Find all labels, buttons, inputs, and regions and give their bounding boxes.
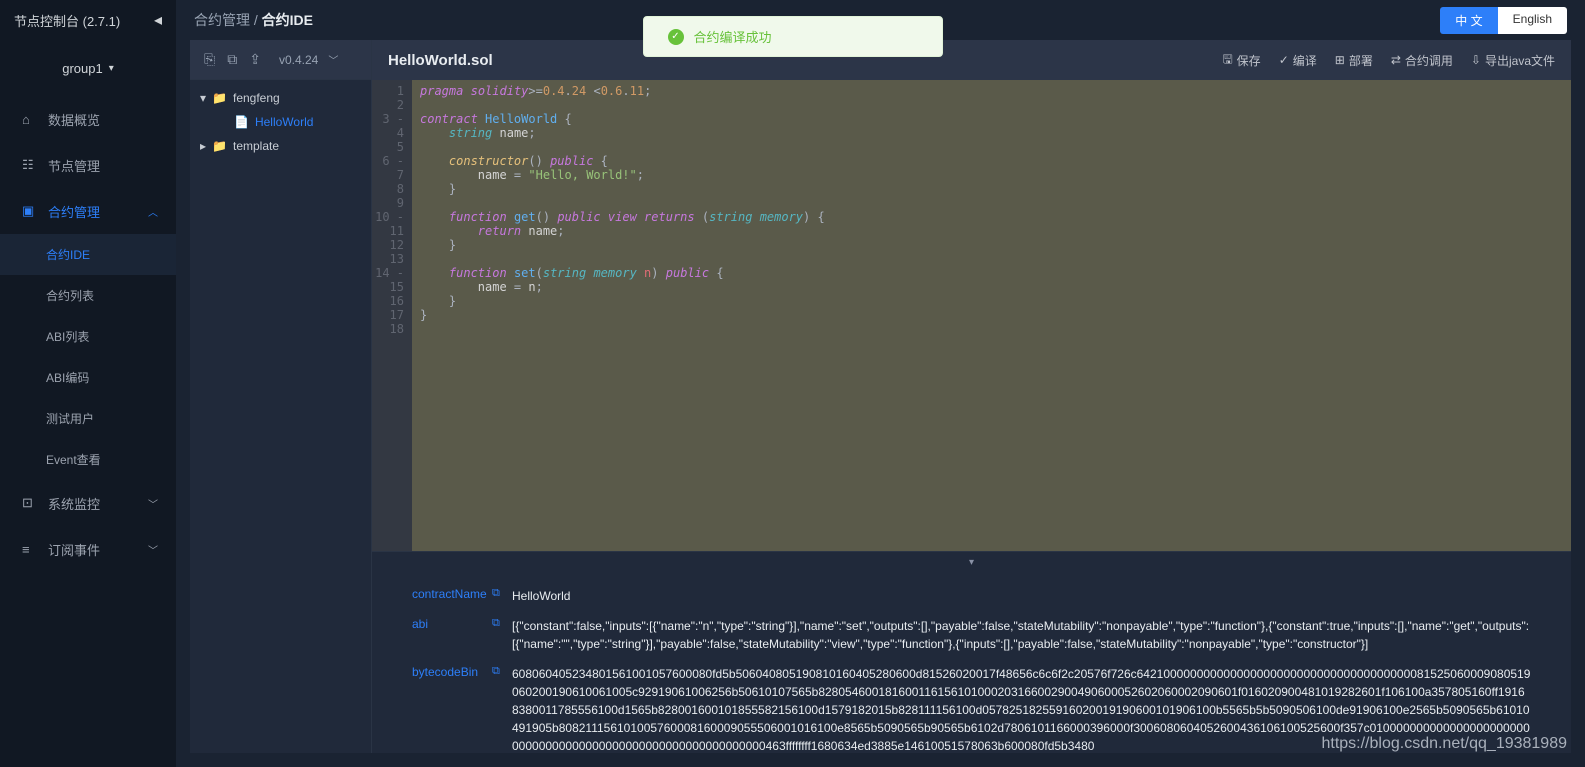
sidebar-item-contract[interactable]: ▣ 合约管理 ︿ (0, 188, 176, 234)
sidebar-item-subscribe[interactable]: ≡ 订阅事件 ﹀ (0, 526, 176, 572)
lang-en-button[interactable]: English (1498, 7, 1567, 34)
sidebar-sub-testuser[interactable]: 测试用户 (0, 398, 176, 439)
watermark: https://blog.csdn.net/qq_19381989 (1321, 735, 1567, 753)
info-row-abi: abi ⧉ [{"constant":false,"inputs":[{"nam… (412, 611, 1531, 659)
lang-zh-button[interactable]: 中 文 (1440, 7, 1497, 34)
breadcrumb-parent[interactable]: 合约管理 (194, 12, 250, 28)
info-label: bytecodeBin (412, 665, 492, 679)
sidebar-sub-ide[interactable]: 合约IDE (0, 234, 176, 275)
file-name: HelloWorld (255, 115, 313, 129)
line-gutter: 123 -456 -78910 -11121314 -15161718 (372, 80, 412, 551)
check-icon: ✓ (668, 29, 684, 45)
console-title-bar: 节点控制台 (2.7.1) ◂ (0, 0, 176, 40)
sidebar-item-node[interactable]: ☷ 节点管理 (0, 142, 176, 188)
language-switcher: 中 文 English (1440, 7, 1567, 34)
toolbar: 🖫保存 ✓编译 ⊞部署 ⇄合约调用 ⇩导出java文件 (1222, 50, 1555, 71)
file-pane: ⎘ ⧉ ⇪ v0.4.24 ﹀ 📁 fengfeng 📄 (190, 40, 372, 753)
file-icon: 📄 (234, 115, 249, 129)
filename: HelloWorld.sol (388, 52, 493, 69)
breadcrumb-current: 合约IDE (262, 12, 313, 28)
contract-icon: ▣ (22, 203, 36, 219)
compile-icon: ✓ (1279, 53, 1289, 67)
caret-icon (200, 139, 206, 153)
sidebar-sub-list[interactable]: 合约列表 (0, 275, 176, 316)
group-selector[interactable]: group1 ▾ (0, 40, 176, 96)
tree-folder[interactable]: 📁 fengfeng (190, 86, 371, 110)
deploy-icon: ⊞ (1335, 53, 1345, 67)
editor-head: HelloWorld.sol 🖫保存 ✓编译 ⊞部署 ⇄合约调用 ⇩导出java… (372, 40, 1571, 80)
version-select[interactable]: v0.4.24 ﹀ (279, 52, 338, 67)
call-icon: ⇄ (1391, 53, 1401, 67)
code-area[interactable]: 123 -456 -78910 -11121314 -15161718 prag… (372, 80, 1571, 551)
info-label: contractName (412, 587, 492, 601)
file-tree: 📁 fengfeng 📄 HelloWorld 📁 template (190, 80, 371, 164)
toast-text: 合约编译成功 (694, 27, 772, 46)
folder-name: fengfeng (233, 91, 280, 105)
copy-icon[interactable]: ⧉ (492, 665, 512, 678)
info-value: HelloWorld (512, 587, 1531, 605)
call-button[interactable]: ⇄合约调用 (1391, 50, 1453, 71)
folder-icon: 📁 (212, 139, 227, 153)
save-icon: 🖫 (1222, 50, 1232, 71)
export-icon: ⇩ (1471, 53, 1481, 67)
deploy-button[interactable]: ⊞部署 (1335, 50, 1373, 71)
chevron-down-icon: ﹀ (148, 496, 158, 511)
upload-icon[interactable]: ⇪ (249, 51, 261, 68)
new-file-icon[interactable]: ⎘ (204, 51, 215, 68)
file-tools: ⎘ ⧉ ⇪ v0.4.24 ﹀ (190, 40, 371, 80)
workspace: ⎘ ⧉ ⇪ v0.4.24 ﹀ 📁 fengfeng 📄 (190, 40, 1571, 753)
sidebar-item-label: 订阅事件 (48, 540, 100, 559)
sidebar-item-label: 节点管理 (48, 156, 100, 175)
chevron-down-icon: ▾ (109, 63, 114, 74)
info-panel: contractName ⧉ HelloWorld abi ⧉ [{"const… (372, 573, 1571, 753)
main: 合约管理 / 合约IDE 中 文 English ⎘ ⧉ ⇪ v0.4.24 ﹀ (176, 0, 1585, 767)
editor-wrap: HelloWorld.sol 🖫保存 ✓编译 ⊞部署 ⇄合约调用 ⇩导出java… (372, 40, 1571, 753)
info-label: abi (412, 617, 492, 631)
monitor-icon: ⊡ (22, 495, 36, 511)
caret-icon (200, 91, 206, 105)
chevron-down-icon: ﹀ (148, 542, 158, 557)
calendar-icon: ☷ (22, 157, 36, 173)
copy-icon[interactable]: ⧉ (492, 617, 512, 630)
chevron-up-icon: ︿ (148, 204, 158, 219)
success-toast: ✓ 合约编译成功 (643, 16, 943, 57)
collapse-sidebar-icon[interactable]: ◂ (154, 10, 162, 30)
sidebar-item-monitor[interactable]: ⊡ 系统监控 ﹀ (0, 480, 176, 526)
console-title: 节点控制台 (2.7.1) (14, 11, 120, 30)
folder-name: template (233, 139, 279, 153)
breadcrumb: 合约管理 / 合约IDE (194, 10, 313, 30)
export-button[interactable]: ⇩导出java文件 (1471, 50, 1555, 71)
save-button[interactable]: 🖫保存 (1222, 50, 1260, 71)
sidebar-item-label: 合约管理 (48, 202, 100, 221)
sidebar: 节点控制台 (2.7.1) ◂ group1 ▾ ⌂ 数据概览 ☷ 节点管理 ▣… (0, 0, 176, 767)
sidebar-item-label: 数据概览 (48, 110, 100, 129)
sidebar-sub-event[interactable]: Event查看 (0, 439, 176, 480)
sidebar-sub-abiencode[interactable]: ABI编码 (0, 357, 176, 398)
copy-icon[interactable]: ⧉ (492, 587, 512, 600)
panel-collapse-bar[interactable]: ▾ (372, 551, 1571, 573)
copy-icon[interactable]: ⧉ (227, 51, 237, 68)
group-label: group1 (62, 61, 102, 76)
tree-file[interactable]: 📄 HelloWorld (190, 110, 371, 134)
chevron-down-icon: ﹀ (328, 52, 338, 67)
folder-icon: 📁 (212, 91, 227, 105)
sidebar-item-overview[interactable]: ⌂ 数据概览 (0, 96, 176, 142)
sidebar-item-label: 系统监控 (48, 494, 100, 513)
info-row-contractname: contractName ⧉ HelloWorld (412, 581, 1531, 611)
info-value: [{"constant":false,"inputs":[{"name":"n"… (512, 617, 1531, 653)
compile-button[interactable]: ✓编译 (1279, 50, 1317, 71)
sidebar-sub-abilist[interactable]: ABI列表 (0, 316, 176, 357)
code-content[interactable]: pragma solidity>=0.4.24 <0.6.11; contrac… (412, 80, 1571, 551)
tree-folder[interactable]: 📁 template (190, 134, 371, 158)
rss-icon: ≡ (22, 542, 36, 557)
home-icon: ⌂ (22, 112, 36, 127)
